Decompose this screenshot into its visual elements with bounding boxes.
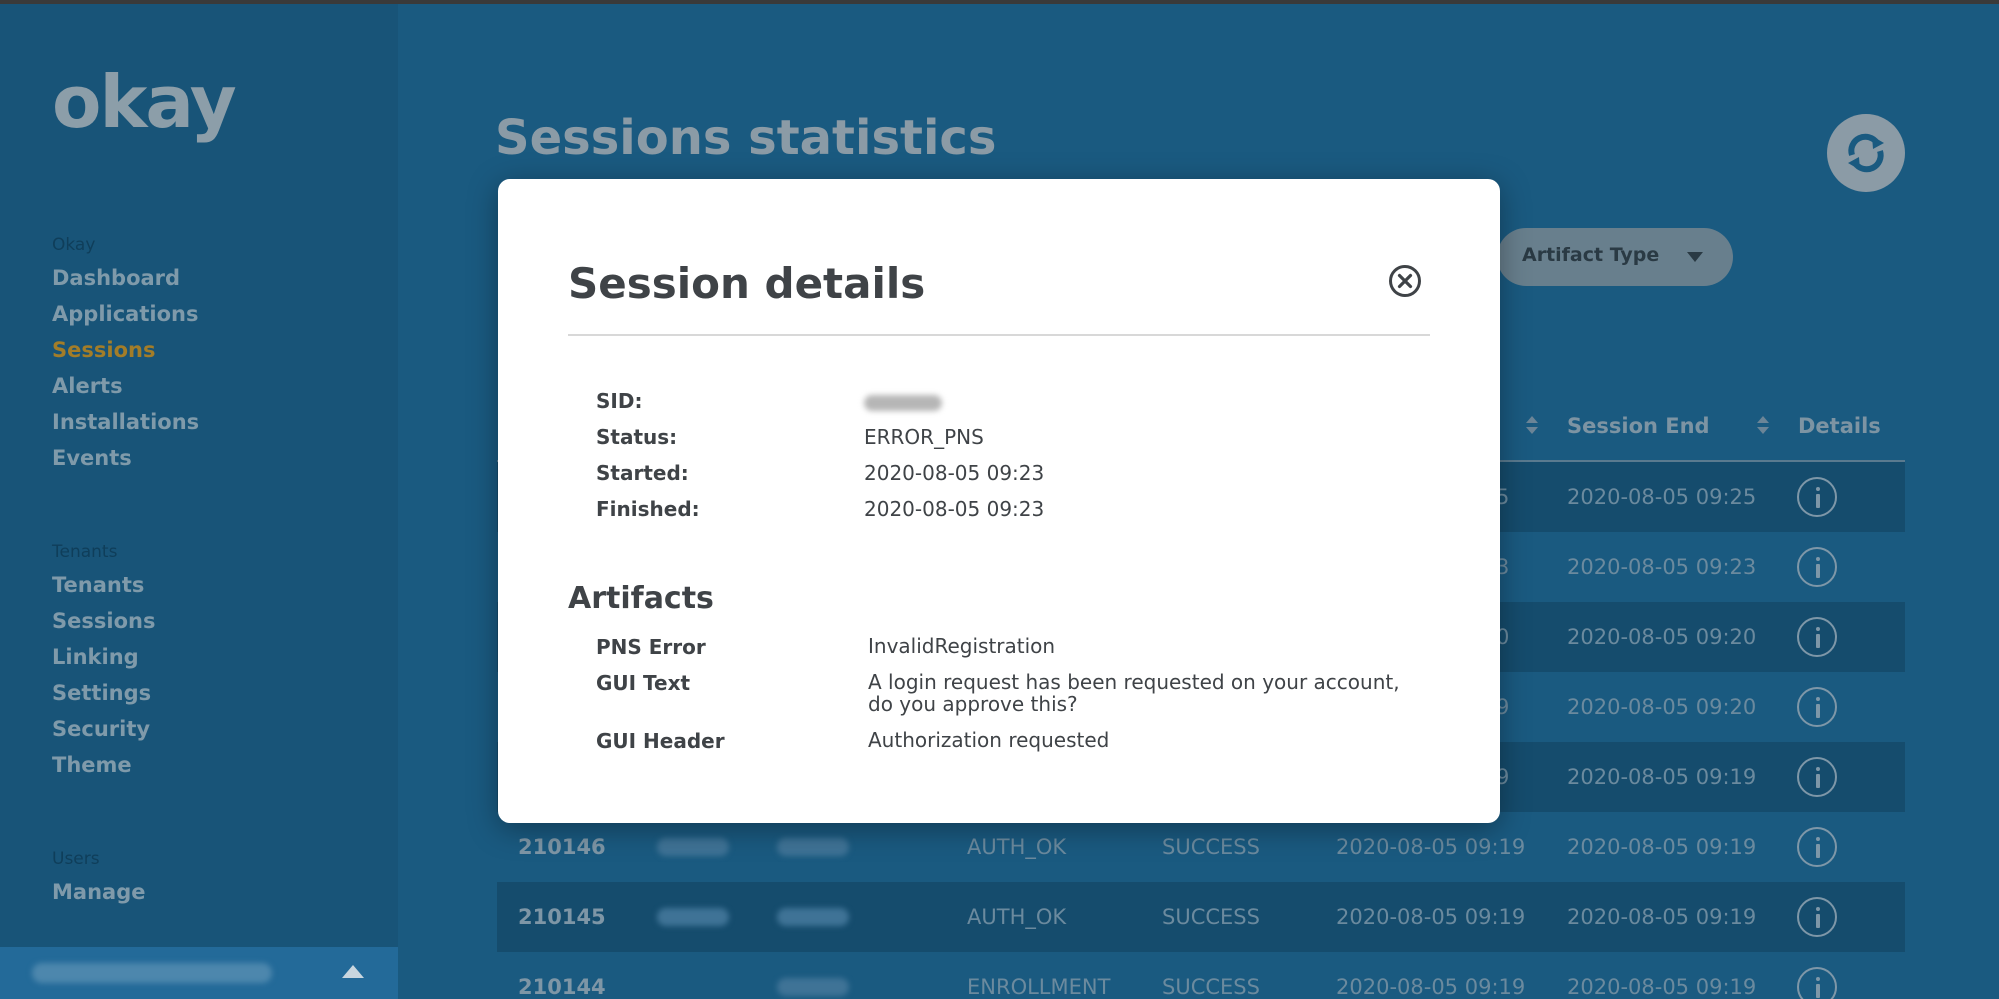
info-icon[interactable] xyxy=(1797,617,1837,657)
modal-title: Session details xyxy=(568,259,926,308)
user-bar[interactable] xyxy=(0,947,398,999)
session-type-cell: AUTH_OK xyxy=(967,905,1067,929)
nav-heading-users: Users xyxy=(52,849,100,869)
status-value: ERROR_PNS xyxy=(864,425,984,449)
info-icon[interactable] xyxy=(1797,687,1837,727)
artifact-label-gui-header: GUI Header xyxy=(596,729,725,753)
sort-icon[interactable] xyxy=(1757,416,1769,436)
refresh-button[interactable] xyxy=(1827,114,1905,192)
caret-up-icon[interactable] xyxy=(342,965,364,978)
artifact-label-pns-error: PNS Error xyxy=(596,635,706,659)
session-id-cell: 210145 xyxy=(518,905,606,929)
info-icon[interactable] xyxy=(1797,477,1837,517)
session-end-cell: 2020-08-05 09:25 xyxy=(1567,485,1757,509)
session-end-cell: 2020-08-05 09:23 xyxy=(1567,555,1757,579)
session-id-cell: 210146 xyxy=(518,835,606,859)
sidebar-item-settings[interactable]: Settings xyxy=(52,675,155,711)
column-header-session-end[interactable]: Session End xyxy=(1567,414,1710,438)
sid-value-redacted xyxy=(864,395,942,411)
session-type-cell: ENROLLMENT xyxy=(967,975,1111,999)
started-value: 2020-08-05 09:23 xyxy=(864,461,1045,485)
session-start-cell: 2020-08-05 09:19 xyxy=(1336,905,1526,929)
artifact-label-gui-text: GUI Text xyxy=(596,671,691,695)
nav-group-okay: Okay Dashboard Applications Sessions Ale… xyxy=(52,230,199,476)
artifact-value-gui-header: Authorization requested xyxy=(868,728,1110,752)
session-start-cell: 2020-08-05 09:19 xyxy=(1336,835,1526,859)
artifacts-heading: Artifacts xyxy=(568,581,714,616)
session-type-cell: AUTH_OK xyxy=(967,835,1067,859)
sort-icon[interactable] xyxy=(1526,416,1538,436)
started-label: Started: xyxy=(596,461,689,485)
table-row[interactable]: 210145 AUTH_OK SUCCESS 2020-08-05 09:19 … xyxy=(497,882,1905,952)
redacted-cell xyxy=(657,838,729,856)
artifact-value-gui-text: A login request has been requested on yo… xyxy=(868,670,1400,716)
sidebar-item-alerts[interactable]: Alerts xyxy=(52,368,199,404)
artifact-value-pns-error: InvalidRegistration xyxy=(868,634,1056,658)
session-id-cell: 210144 xyxy=(518,975,606,999)
finished-value: 2020-08-05 09:23 xyxy=(864,497,1045,521)
redacted-cell xyxy=(777,908,849,926)
nav-group-tenants: Tenants Tenants Sessions Linking Setting… xyxy=(52,537,155,783)
modal-divider xyxy=(568,334,1430,336)
session-end-cell: 2020-08-05 09:20 xyxy=(1567,695,1757,719)
artifact-type-label: Artifact Type xyxy=(1522,244,1660,266)
user-email-redacted xyxy=(32,963,272,983)
sidebar-item-theme[interactable]: Theme xyxy=(52,747,155,783)
sidebar-item-tenant-sessions[interactable]: Sessions xyxy=(52,603,155,639)
sidebar-item-events[interactable]: Events xyxy=(52,440,199,476)
sidebar-item-manage[interactable]: Manage xyxy=(52,874,145,910)
redacted-cell xyxy=(777,838,849,856)
session-status-cell: SUCCESS xyxy=(1162,905,1260,929)
nav-group-users: Users Manage xyxy=(52,844,145,910)
dropdown-arrow-icon xyxy=(1687,252,1703,262)
sidebar-item-sessions[interactable]: Sessions xyxy=(52,332,199,368)
sidebar-item-applications[interactable]: Applications xyxy=(52,296,199,332)
sidebar-item-tenants[interactable]: Tenants xyxy=(52,567,155,603)
session-status-cell: SUCCESS xyxy=(1162,975,1260,999)
session-end-cell: 2020-08-05 09:19 xyxy=(1567,765,1757,789)
close-icon xyxy=(1389,265,1421,297)
session-end-cell: 2020-08-05 09:19 xyxy=(1567,975,1757,999)
info-icon[interactable] xyxy=(1797,827,1837,867)
sidebar: okay Okay Dashboard Applications Session… xyxy=(0,4,398,999)
status-label: Status: xyxy=(596,425,678,449)
sidebar-item-linking[interactable]: Linking xyxy=(52,639,155,675)
nav-heading-okay: Okay xyxy=(52,235,96,255)
info-icon[interactable] xyxy=(1797,967,1837,999)
sidebar-item-dashboard[interactable]: Dashboard xyxy=(52,260,199,296)
close-button[interactable] xyxy=(1388,264,1422,298)
redacted-cell xyxy=(777,978,849,996)
sid-label: SID: xyxy=(596,389,643,413)
sidebar-item-installations[interactable]: Installations xyxy=(52,404,199,440)
info-icon[interactable] xyxy=(1797,547,1837,587)
session-end-cell: 2020-08-05 09:19 xyxy=(1567,905,1757,929)
column-header-details: Details xyxy=(1798,414,1881,438)
session-status-cell: SUCCESS xyxy=(1162,835,1260,859)
artifact-type-filter[interactable]: Artifact Type xyxy=(1497,228,1733,286)
okay-logo: okay xyxy=(52,60,237,144)
session-details-modal: Session details SID: Status: ERROR_PNS S… xyxy=(498,179,1500,823)
page-title: Sessions statistics xyxy=(495,110,997,166)
info-icon[interactable] xyxy=(1797,897,1837,937)
session-end-cell: 2020-08-05 09:20 xyxy=(1567,625,1757,649)
redacted-cell xyxy=(657,908,729,926)
table-row[interactable]: 210144 ENROLLMENT SUCCESS 2020-08-05 09:… xyxy=(497,952,1905,999)
session-end-cell: 2020-08-05 09:19 xyxy=(1567,835,1757,859)
nav-heading-tenants: Tenants xyxy=(52,542,118,562)
sidebar-item-security[interactable]: Security xyxy=(52,711,155,747)
session-start-cell: 2020-08-05 09:19 xyxy=(1336,975,1526,999)
info-icon[interactable] xyxy=(1797,757,1837,797)
finished-label: Finished: xyxy=(596,497,700,521)
refresh-icon xyxy=(1848,133,1884,173)
